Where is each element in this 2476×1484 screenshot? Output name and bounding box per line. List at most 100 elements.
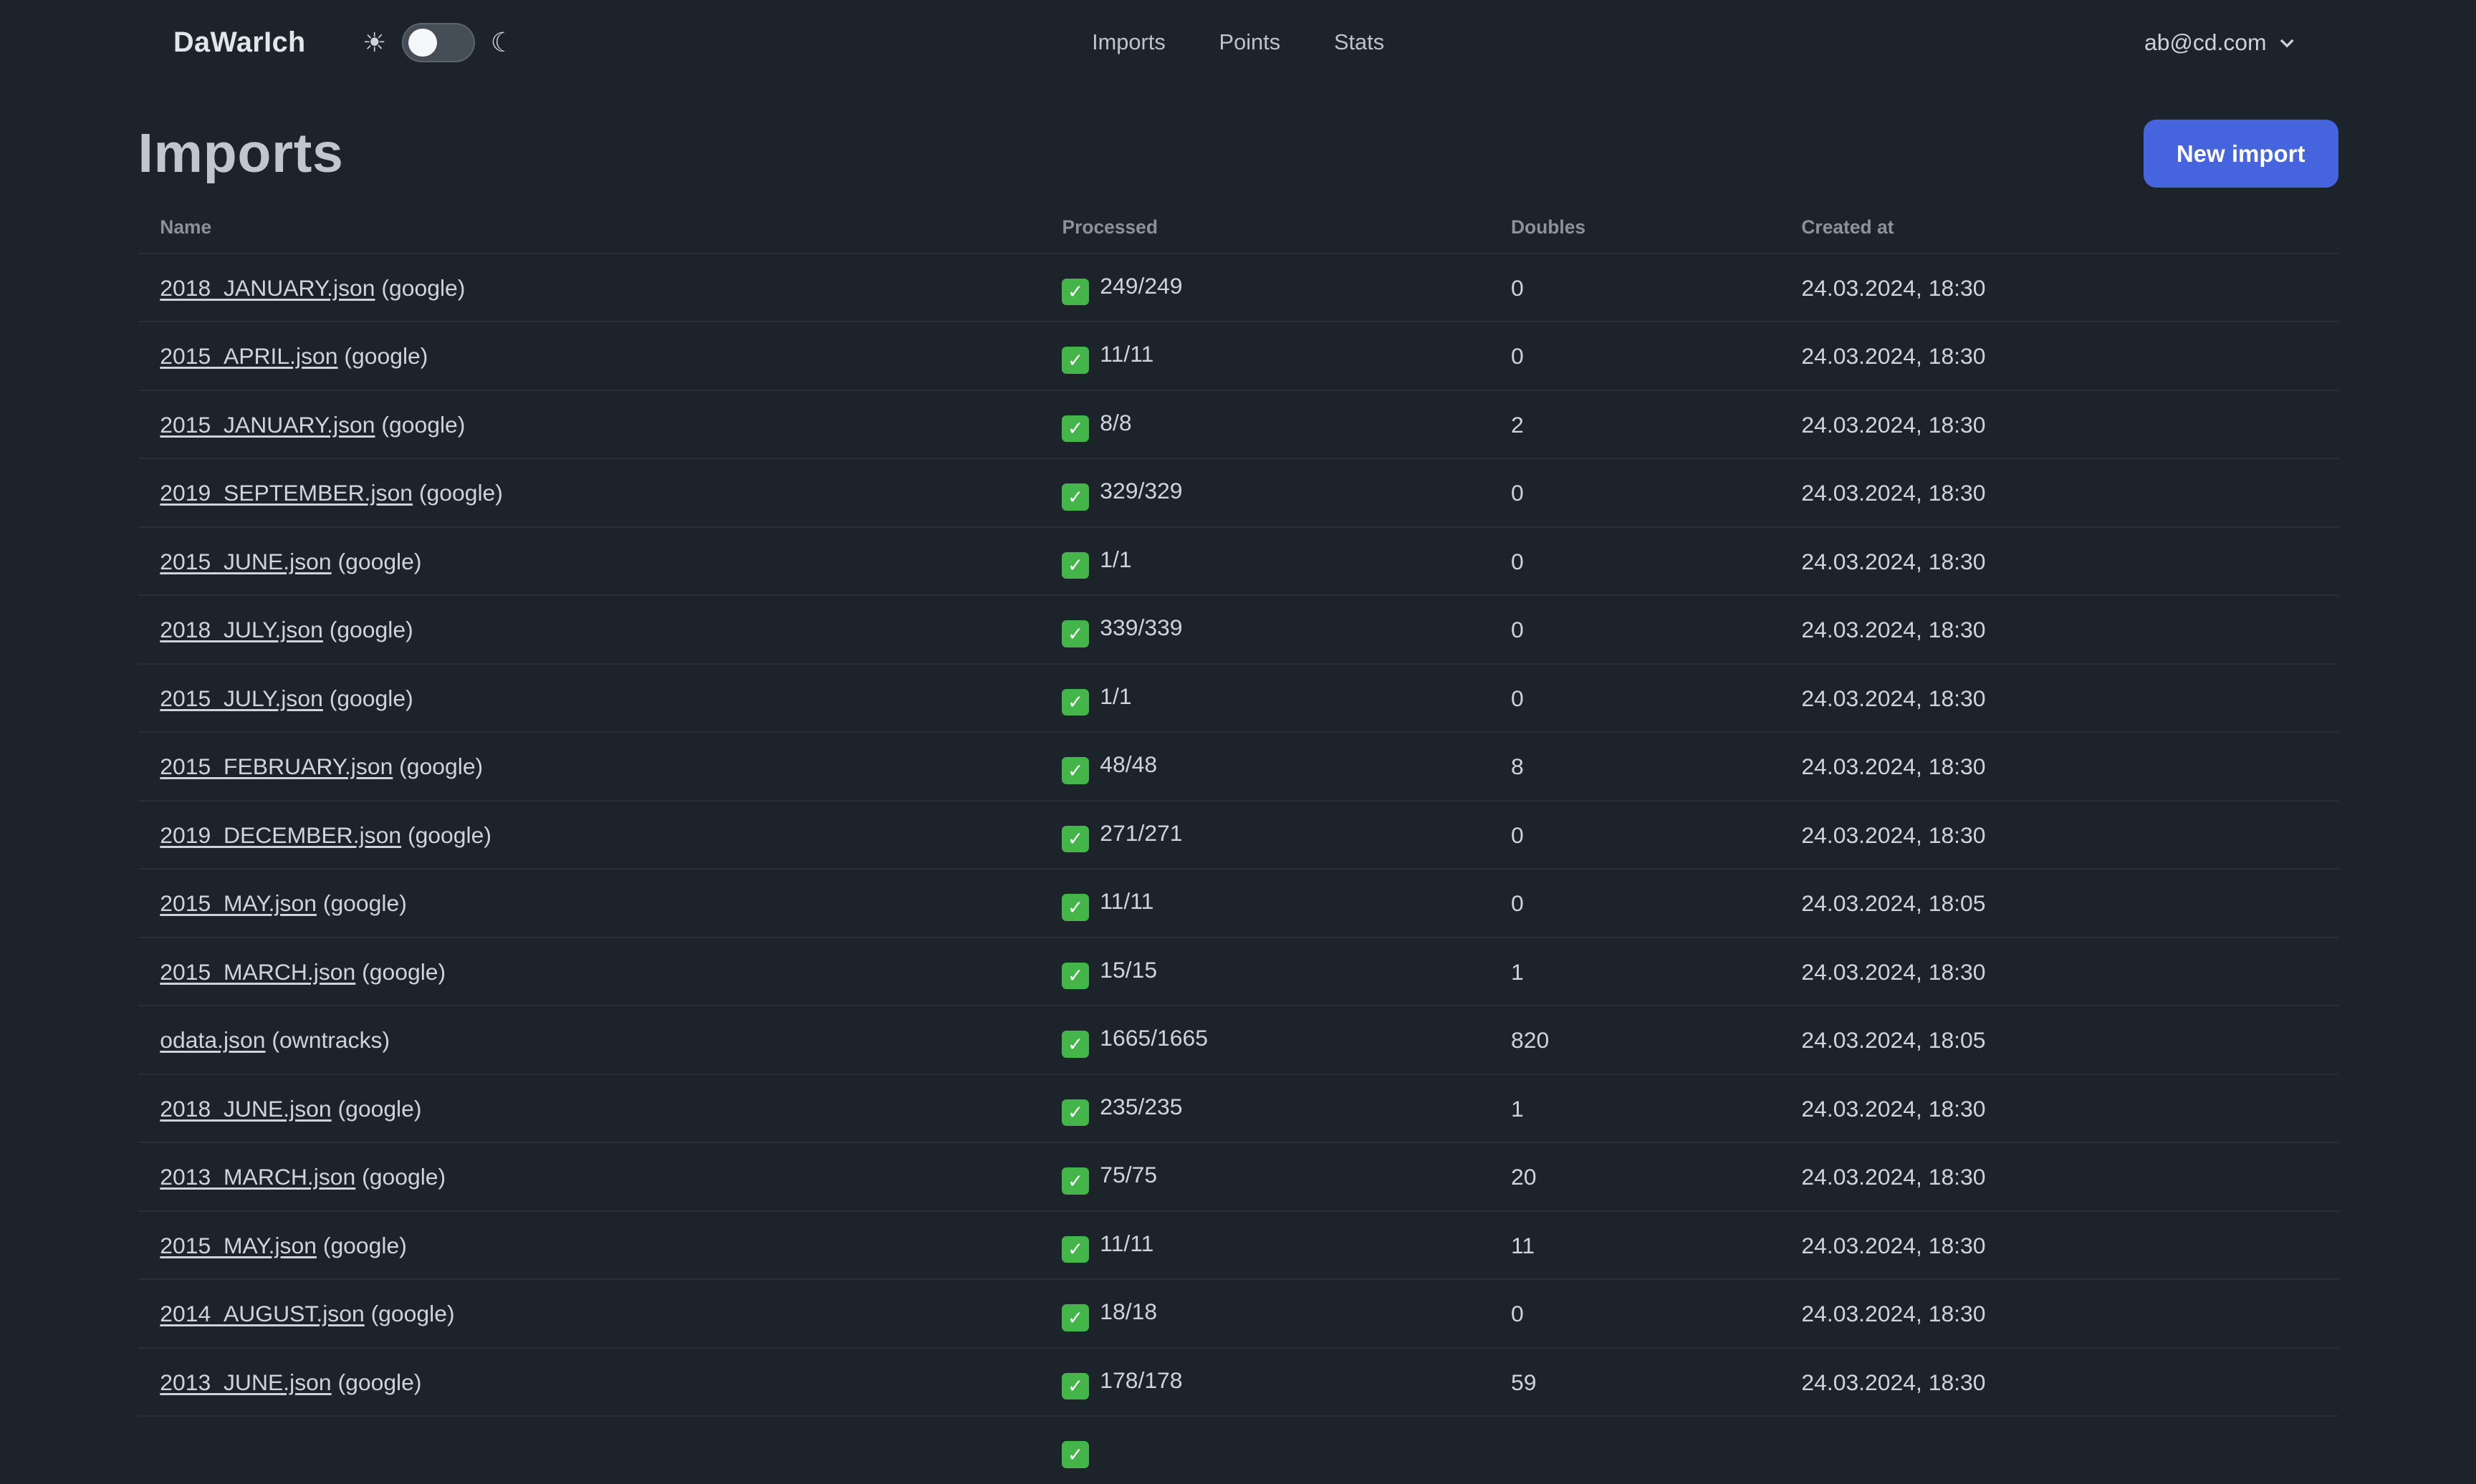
import-file-link[interactable]: 2015_FEBRUARY.json [160, 753, 393, 779]
name-cell: 2019_SEPTEMBER.json (google) [138, 458, 1040, 527]
processed-cell: ✓ 11/11 [1040, 869, 1489, 938]
nav-item-imports[interactable]: Imports [1092, 29, 1166, 55]
processed-cell: ✓ 1/1 [1040, 664, 1489, 733]
doubles-count: 0 [1510, 685, 1524, 711]
col-header-processed: Processed [1062, 216, 1158, 238]
import-file-link[interactable]: 2018_JUNE.json [160, 1096, 331, 1122]
app-logo[interactable]: DaWarIch [173, 26, 306, 59]
created-at: 24.03.2024, 18:30 [1801, 685, 1986, 711]
processed-cell: ✓ 11/11 [1040, 322, 1489, 390]
import-file-link[interactable]: 2015_JULY.json [160, 685, 323, 711]
processed-cell: ✓ 271/271 [1040, 801, 1489, 869]
import-source-label: (google) [322, 617, 413, 643]
processed-cell: ✓ 339/339 [1040, 595, 1489, 664]
import-file-link[interactable]: 2013_MARCH.json [160, 1164, 355, 1190]
success-check-icon: ✓ [1062, 347, 1089, 374]
theme-switch[interactable] [402, 22, 475, 62]
processed-cell: ✓ 249/249 [1040, 254, 1489, 322]
created-at: 24.03.2024, 18:30 [1801, 958, 1986, 985]
table-row: 2015_JUNE.json (google) ✓ 1/1 0 24.03.202… [138, 526, 2338, 596]
doubles-count: 1 [1510, 1095, 1524, 1122]
import-file-link[interactable]: 2019_DECEMBER.json [160, 822, 401, 848]
table-row: 2013_JUNE.json (google) ✓ 178/178 59 24.0… [138, 1347, 2338, 1417]
theme-toggle[interactable]: ☀ ☾ [362, 22, 515, 62]
name-cell: 2015_JANUARY.json (google) [138, 390, 1040, 459]
processed-cell: ✓ 18/18 [1040, 1279, 1489, 1348]
success-check-icon: ✓ [1062, 483, 1089, 511]
success-check-icon: ✓ [1062, 1167, 1089, 1195]
import-file-link[interactable]: 2015_JUNE.json [160, 549, 331, 574]
import-file-link[interactable]: 2013_JUNE.json [160, 1369, 331, 1395]
success-check-icon: ✓ [1062, 1304, 1089, 1331]
new-import-button[interactable]: New import [2143, 120, 2338, 188]
import-source-label: (google) [375, 411, 466, 438]
sun-icon: ☀ [362, 26, 387, 57]
nav-item-points[interactable]: Points [1219, 29, 1281, 55]
processed-count: 249/249 [1100, 272, 1183, 299]
table-row: 2015_MAY.json (google) ✓ 11/11 11 24.03.2… [138, 1210, 2338, 1280]
import-file-link[interactable]: odata.json [160, 1027, 265, 1053]
created-at: 24.03.2024, 18:30 [1801, 548, 1986, 574]
import-file-link[interactable]: 2015_JANUARY.json [160, 412, 375, 438]
processed-count: 15/15 [1100, 956, 1158, 983]
processed-count: 178/178 [1100, 1367, 1183, 1393]
processed-count: 1/1 [1100, 683, 1132, 709]
created-at: 24.03.2024, 18:30 [1801, 1301, 1986, 1327]
nav-item-stats[interactable]: Stats [1334, 29, 1384, 55]
navbar-left: DaWarIch ☀ ☾ [173, 22, 515, 62]
success-check-icon: ✓ [1062, 962, 1089, 990]
processed-count: 75/75 [1100, 1162, 1158, 1188]
import-file-link[interactable]: 2018_JANUARY.json [160, 275, 375, 301]
import-file-link[interactable]: 2015_APRIL.json [160, 343, 337, 369]
table-row: 2014_AUGUST.json (google) ✓ 18/18 0 24.03… [138, 1279, 2338, 1348]
import-source-label: (google) [355, 958, 446, 985]
success-check-icon: ✓ [1062, 620, 1089, 647]
import-file-link[interactable]: 2015_MAY.json [160, 1233, 317, 1258]
import-file-link[interactable]: 2019_SEPTEMBER.json [160, 480, 413, 506]
navbar-right: ab@cd.com [2138, 20, 2303, 65]
import-file-link[interactable]: 2015_MAY.json [160, 890, 317, 916]
processed-count: 271/271 [1100, 819, 1183, 846]
table-row: 2015_MAY.json (google) ✓ 11/11 0 24.03.20… [138, 869, 2338, 938]
import-source-label: (google) [393, 753, 484, 780]
import-file-link[interactable]: 2015_MARCH.json [160, 959, 355, 985]
col-header-doubles: Doubles [1510, 216, 1586, 238]
success-check-icon: ✓ [1062, 1031, 1089, 1058]
created-at: 24.03.2024, 18:30 [1801, 617, 1986, 643]
table-row: 2015_APRIL.json (google) ✓ 11/11 0 24.03.… [138, 322, 2338, 390]
import-file-link[interactable]: 2014_AUGUST.json [160, 1301, 364, 1326]
name-cell [138, 1416, 1040, 1484]
user-menu[interactable]: ab@cd.com [2138, 20, 2303, 65]
processed-count: 339/339 [1100, 615, 1183, 641]
created-at: 24.03.2024, 18:30 [1801, 1369, 1986, 1395]
moon-icon: ☾ [490, 26, 515, 57]
processed-count: 235/235 [1100, 1093, 1183, 1119]
processed-count: 1665/1665 [1100, 1025, 1208, 1051]
name-cell: 2019_DECEMBER.json (google) [138, 801, 1040, 869]
import-source-label: (google) [337, 343, 428, 370]
import-source-label: (google) [413, 480, 503, 506]
page-header: Imports New import [138, 120, 2338, 188]
main-nav: Imports Points Stats [1092, 0, 1384, 85]
name-cell: 2013_JUNE.json (google) [138, 1348, 1040, 1417]
created-at [1780, 1416, 2338, 1484]
success-check-icon: ✓ [1062, 1372, 1089, 1400]
import-source-label: (google) [364, 1301, 455, 1327]
processed-count: 329/329 [1100, 478, 1183, 504]
success-check-icon: ✓ [1062, 894, 1089, 921]
processed-cell: ✓ 178/178 [1040, 1348, 1489, 1417]
name-cell: odata.json (owntracks) [138, 1006, 1040, 1074]
doubles-count: 0 [1510, 890, 1524, 917]
doubles-count: 0 [1510, 480, 1524, 506]
processed-cell: ✓ 48/48 [1040, 732, 1489, 801]
name-cell: 2018_JUNE.json (google) [138, 1074, 1040, 1143]
imports-table: Name Processed Doubles Created at 2018_J… [138, 203, 2338, 1483]
table-row: 2013_MARCH.json (google) ✓ 75/75 20 24.03… [138, 1142, 2338, 1211]
table-row: 2019_DECEMBER.json (google) ✓ 271/271 0 2… [138, 800, 2338, 869]
processed-count: 18/18 [1100, 1298, 1158, 1325]
success-check-icon: ✓ [1062, 757, 1089, 784]
name-cell: 2015_JULY.json (google) [138, 664, 1040, 733]
name-cell: 2014_AUGUST.json (google) [138, 1279, 1040, 1348]
import-file-link[interactable]: 2018_JULY.json [160, 617, 323, 642]
table-row: 2015_JULY.json (google) ✓ 1/1 0 24.03.202… [138, 663, 2338, 733]
